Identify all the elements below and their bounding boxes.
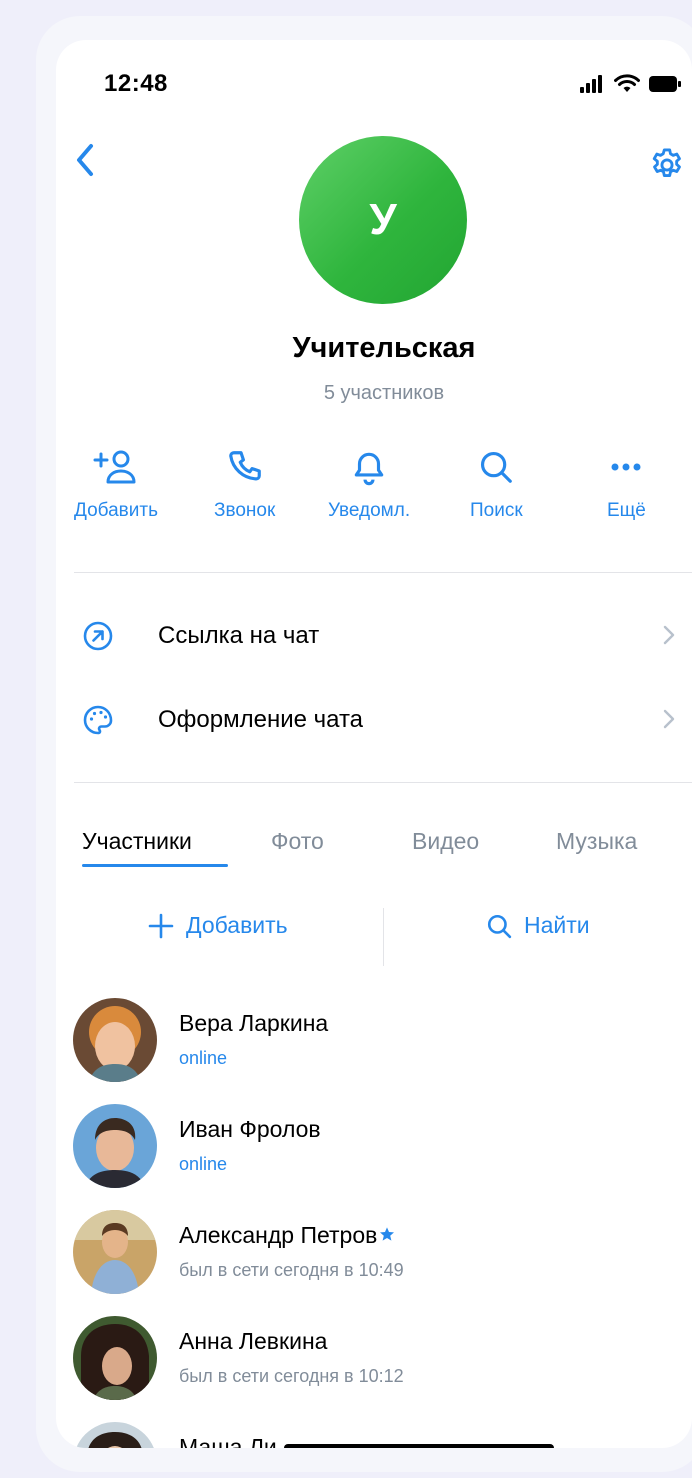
add-member-inline-label: Добавить <box>186 912 288 938</box>
avatar <box>73 1104 157 1188</box>
list-item[interactable]: Александр Петров был в сети сегодня в 10… <box>56 1210 692 1306</box>
tab-music[interactable]: Музыка <box>556 828 637 855</box>
search-icon <box>487 914 512 938</box>
member-status: online <box>179 1154 228 1174</box>
settings-button[interactable] <box>648 146 686 189</box>
chat-avatar[interactable]: У <box>299 136 467 304</box>
more-button[interactable]: Ещё <box>607 448 646 522</box>
chat-title: Учительская <box>292 332 476 364</box>
member-actions: Добавить Найти <box>56 900 692 970</box>
add-member-inline-button[interactable]: Добавить <box>148 912 288 939</box>
bell-icon <box>354 452 384 486</box>
signal-icon <box>580 75 602 93</box>
member-status: был в сети сегодня в 10:49 <box>179 1260 404 1280</box>
link-arrow-icon <box>83 621 113 651</box>
chat-link-row[interactable]: Ссылка на чат <box>56 604 692 668</box>
add-user-icon <box>93 450 136 484</box>
call-label: Звонок <box>214 500 276 521</box>
phone-screen: 12:48 У Учительская 5 участников Добавит… <box>56 40 692 1448</box>
chat-link-label: Ссылка на чат <box>158 622 320 649</box>
chevron-right-icon <box>663 709 675 729</box>
member-name: Иван Фролов <box>179 1116 321 1142</box>
chat-appearance-row[interactable]: Оформление чата <box>56 688 692 752</box>
add-member-label: Добавить <box>74 500 158 521</box>
notifications-label: Уведомл. <box>328 500 411 521</box>
plus-icon <box>148 913 174 938</box>
member-name: Александр Петров <box>179 1222 395 1249</box>
media-tabs: Участники Фото Видео Музыка <box>56 828 692 878</box>
tab-photo[interactable]: Фото <box>271 828 324 855</box>
avatar <box>73 1316 157 1400</box>
palette-icon <box>83 705 113 735</box>
gear-icon <box>652 148 681 178</box>
tab-members[interactable]: Участники <box>82 828 192 855</box>
find-member-button[interactable]: Найти <box>486 912 590 939</box>
member-name: Анна Левкина <box>179 1328 328 1354</box>
call-button[interactable]: Звонок <box>214 448 275 522</box>
search-icon <box>481 451 513 483</box>
member-status: был в сети сегодня в 10:12 <box>179 1366 404 1386</box>
chevron-left-icon <box>77 144 93 176</box>
battery-icon <box>649 76 681 92</box>
tab-video[interactable]: Видео <box>412 828 479 855</box>
wifi-icon <box>614 74 640 92</box>
status-time: 12:48 <box>104 70 168 97</box>
list-item[interactable]: Иван Фролов online <box>56 1104 692 1200</box>
avatar <box>73 998 157 1082</box>
back-button[interactable] <box>74 142 98 183</box>
search-button[interactable]: Поиск <box>470 448 523 522</box>
avatar <box>73 1422 157 1448</box>
divider <box>74 572 692 573</box>
list-item[interactable]: Анна Левкина был в сети сегодня в 10:12 <box>56 1316 692 1412</box>
chat-appearance-label: Оформление чата <box>158 706 364 733</box>
add-member-button[interactable]: Добавить <box>74 448 158 522</box>
actions-separator <box>383 908 384 966</box>
more-label: Ещё <box>607 500 646 521</box>
chat-member-count: 5 участников <box>323 382 445 404</box>
status-icons <box>580 74 682 94</box>
chat-actions-bar: Добавить Звонок Уведомл. Поиск Ещё <box>56 448 692 538</box>
avatar <box>73 1210 157 1294</box>
chat-avatar-letter: У <box>369 195 397 244</box>
phone-icon <box>228 451 261 481</box>
member-status: online <box>179 1048 228 1068</box>
find-member-label: Найти <box>524 912 590 938</box>
chevron-right-icon <box>663 625 675 645</box>
list-item[interactable]: Вера Ларкина online <box>56 998 692 1094</box>
divider <box>74 782 692 783</box>
active-tab-indicator <box>82 864 228 867</box>
member-name: Маша Ли <box>179 1434 277 1448</box>
more-icon <box>611 463 641 471</box>
notifications-button[interactable]: Уведомл. <box>328 448 410 522</box>
search-label: Поиск <box>470 500 523 521</box>
home-indicator <box>284 1444 554 1448</box>
star-icon <box>380 1227 395 1241</box>
member-name: Вера Ларкина <box>179 1010 329 1036</box>
